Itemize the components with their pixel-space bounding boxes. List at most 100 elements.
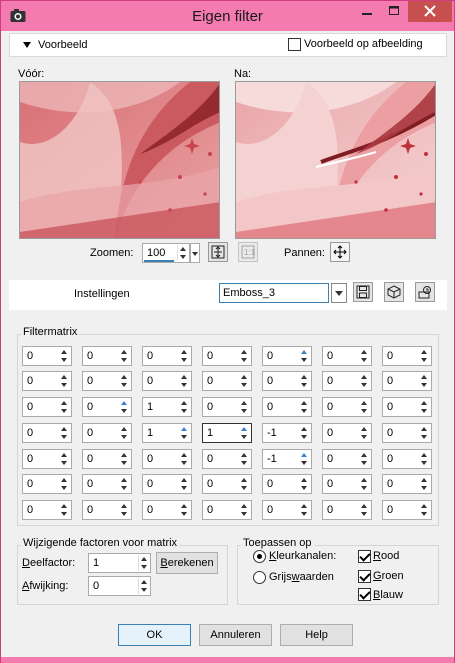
matrix-cell[interactable]: 0 bbox=[262, 397, 312, 417]
matrix-cell-spinner[interactable] bbox=[419, 348, 430, 364]
matrix-cell-spinner[interactable] bbox=[299, 373, 310, 389]
zoom-dropdown-button[interactable] bbox=[190, 243, 200, 263]
preview-on-image-label[interactable]: Voorbeeld op afbeelding bbox=[304, 38, 423, 50]
matrix-cell-spinner[interactable] bbox=[119, 348, 130, 364]
matrix-cell[interactable]: 0 bbox=[322, 346, 372, 366]
matrix-cell-spinner[interactable] bbox=[299, 399, 310, 415]
matrix-cell[interactable]: 0 bbox=[262, 371, 312, 391]
matrix-cell[interactable]: 0 bbox=[82, 397, 132, 417]
matrix-cell-spinner[interactable] bbox=[179, 476, 190, 492]
matrix-cell-spinner[interactable] bbox=[239, 502, 250, 518]
matrix-cell-spinner[interactable] bbox=[179, 451, 190, 467]
blue-label[interactable]: Blauw bbox=[373, 589, 403, 601]
matrix-cell-spinner[interactable] bbox=[299, 502, 310, 518]
matrix-cell-spinner[interactable] bbox=[59, 502, 70, 518]
matrix-cell[interactable]: 1 bbox=[202, 423, 252, 443]
matrix-cell-spinner[interactable] bbox=[299, 476, 310, 492]
matrix-cell[interactable]: 0 bbox=[202, 449, 252, 469]
matrix-cell[interactable]: 0 bbox=[202, 371, 252, 391]
matrix-cell[interactable]: 0 bbox=[22, 423, 72, 443]
matrix-cell[interactable]: 0 bbox=[22, 474, 72, 494]
cancel-button[interactable]: Annuleren bbox=[199, 624, 272, 646]
matrix-cell[interactable]: 0 bbox=[322, 371, 372, 391]
help-button[interactable]: Help bbox=[280, 624, 353, 646]
matrix-cell-spinner[interactable] bbox=[359, 373, 370, 389]
calculate-button[interactable]: Berekenen bbox=[156, 552, 218, 574]
matrix-cell[interactable]: 0 bbox=[142, 474, 192, 494]
matrix-cell-spinner[interactable] bbox=[419, 399, 430, 415]
matrix-cell-spinner[interactable] bbox=[239, 476, 250, 492]
matrix-cell[interactable]: 0 bbox=[382, 423, 432, 443]
reset-preset-button[interactable] bbox=[384, 282, 404, 302]
matrix-cell[interactable]: 0 bbox=[82, 346, 132, 366]
matrix-cell-spinner[interactable] bbox=[299, 451, 310, 467]
matrix-cell[interactable]: -1 bbox=[262, 423, 312, 443]
matrix-cell-spinner[interactable] bbox=[119, 373, 130, 389]
matrix-cell[interactable]: 0 bbox=[382, 474, 432, 494]
matrix-cell-spinner[interactable] bbox=[239, 373, 250, 389]
color-channels-radio[interactable] bbox=[253, 550, 266, 563]
matrix-cell-spinner[interactable] bbox=[59, 476, 70, 492]
matrix-cell[interactable]: 0 bbox=[382, 397, 432, 417]
grayscale-label[interactable]: Grijswaarden bbox=[269, 571, 334, 583]
matrix-cell[interactable]: 1 bbox=[142, 397, 192, 417]
preview-toggle-label[interactable]: Voorbeeld bbox=[38, 39, 88, 51]
before-preview-image[interactable] bbox=[19, 81, 220, 239]
title-bar[interactable]: Eigen filter bbox=[1, 1, 454, 31]
matrix-cell-spinner[interactable] bbox=[359, 502, 370, 518]
matrix-cell-spinner[interactable] bbox=[119, 476, 130, 492]
matrix-cell-spinner[interactable] bbox=[179, 373, 190, 389]
matrix-cell[interactable]: 0 bbox=[82, 423, 132, 443]
matrix-cell[interactable]: -1 bbox=[262, 449, 312, 469]
matrix-cell[interactable]: 0 bbox=[202, 474, 252, 494]
maximize-button[interactable] bbox=[381, 1, 407, 22]
matrix-cell[interactable]: 0 bbox=[22, 449, 72, 469]
matrix-cell[interactable]: 0 bbox=[322, 474, 372, 494]
matrix-cell-spinner[interactable] bbox=[419, 425, 430, 441]
matrix-cell[interactable]: 0 bbox=[202, 397, 252, 417]
matrix-cell[interactable]: 0 bbox=[82, 449, 132, 469]
matrix-cell-spinner[interactable] bbox=[119, 425, 130, 441]
collapse-triangle-icon[interactable] bbox=[23, 42, 31, 48]
red-label[interactable]: Rood bbox=[373, 550, 399, 562]
matrix-cell-spinner[interactable] bbox=[299, 348, 310, 364]
matrix-cell-spinner[interactable] bbox=[59, 373, 70, 389]
matrix-cell-spinner[interactable] bbox=[59, 348, 70, 364]
zoom-spinner[interactable] bbox=[177, 245, 188, 261]
minimize-button[interactable] bbox=[354, 1, 380, 22]
matrix-cell[interactable]: 0 bbox=[142, 449, 192, 469]
matrix-cell[interactable]: 0 bbox=[262, 474, 312, 494]
matrix-cell[interactable]: 0 bbox=[322, 449, 372, 469]
matrix-cell-spinner[interactable] bbox=[359, 399, 370, 415]
matrix-cell-spinner[interactable] bbox=[179, 348, 190, 364]
matrix-cell[interactable]: 0 bbox=[322, 397, 372, 417]
matrix-cell[interactable]: 0 bbox=[322, 423, 372, 443]
matrix-cell-spinner[interactable] bbox=[419, 502, 430, 518]
matrix-cell[interactable]: 0 bbox=[22, 346, 72, 366]
matrix-cell-spinner[interactable] bbox=[419, 476, 430, 492]
matrix-cell[interactable]: 0 bbox=[22, 371, 72, 391]
matrix-cell[interactable]: 0 bbox=[22, 500, 72, 520]
blue-checkbox[interactable] bbox=[358, 588, 371, 601]
matrix-cell-spinner[interactable] bbox=[359, 476, 370, 492]
matrix-cell-spinner[interactable] bbox=[179, 502, 190, 518]
green-label[interactable]: Groen bbox=[373, 570, 404, 582]
matrix-cell-spinner[interactable] bbox=[239, 399, 250, 415]
divisor-input[interactable]: 1 bbox=[88, 553, 151, 573]
grayscale-radio[interactable] bbox=[253, 571, 266, 584]
preset-dropdown-button[interactable] bbox=[331, 283, 347, 303]
matrix-cell-spinner[interactable] bbox=[239, 425, 250, 441]
preview-on-image-checkbox[interactable] bbox=[288, 38, 301, 51]
matrix-cell[interactable]: 0 bbox=[262, 346, 312, 366]
matrix-cell-spinner[interactable] bbox=[59, 399, 70, 415]
matrix-cell[interactable]: 0 bbox=[22, 397, 72, 417]
matrix-cell[interactable]: 0 bbox=[202, 500, 252, 520]
pan-button[interactable] bbox=[330, 242, 350, 262]
color-channels-label[interactable]: Kleurkanalen: bbox=[269, 550, 336, 562]
matrix-cell[interactable]: 0 bbox=[202, 346, 252, 366]
zoom-fit-button[interactable] bbox=[208, 242, 228, 262]
matrix-cell[interactable]: 0 bbox=[382, 346, 432, 366]
matrix-cell-spinner[interactable] bbox=[119, 502, 130, 518]
matrix-cell-spinner[interactable] bbox=[59, 451, 70, 467]
preset-options-button[interactable] bbox=[415, 282, 435, 302]
